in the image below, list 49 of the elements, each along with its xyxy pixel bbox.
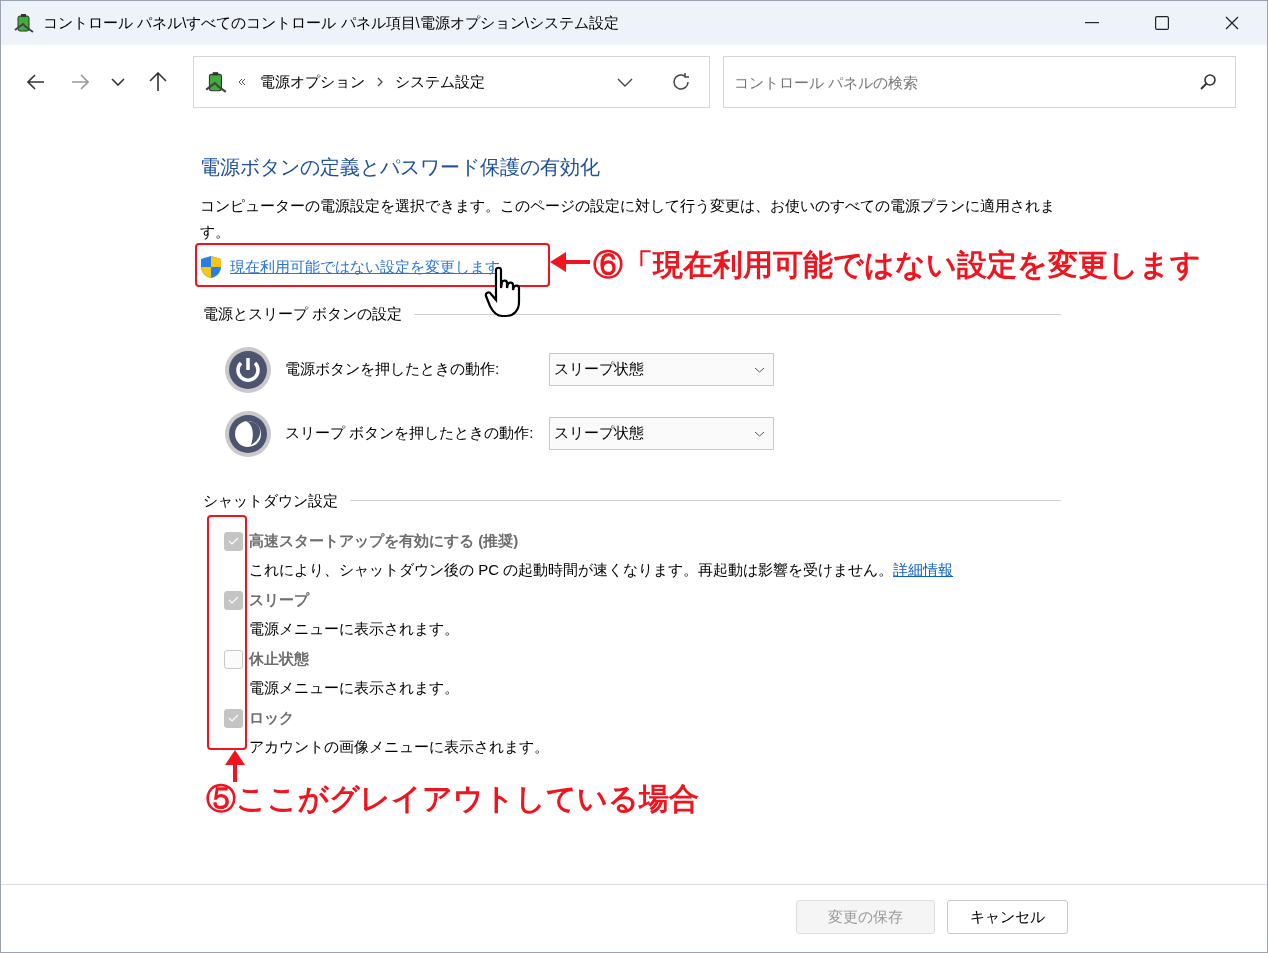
checkbox-label: スリープ	[249, 590, 309, 610]
action-dropdown[interactable]: スリープ状態	[549, 417, 774, 450]
section-title: シャットダウン設定	[203, 490, 338, 511]
checkbox-label: 休止状態	[249, 649, 309, 669]
maximize-icon	[1155, 16, 1169, 30]
address-bar[interactable]: 電源オプション システム設定	[193, 56, 710, 108]
setting-label: 電源ボタンを押したときの動作:	[285, 359, 501, 380]
change-settings-link[interactable]: 現在利用可能ではない設定を変更します	[230, 255, 500, 279]
option-description: これにより、シャットダウン後の PC の起動時間が速くなります。再起動は影響を受けません。	[249, 559, 894, 580]
window-title: コントロール パネル\すべてのコントロール パネル項目\電源オプション\システム設定	[43, 12, 619, 33]
check-icon	[228, 596, 239, 605]
battery-plug-icon	[204, 70, 228, 94]
annotation-text: ⑤ここがグレイアウトしている場合	[206, 781, 699, 817]
checkbox-label: 高速スタートアップを有効にする (推奨)	[249, 531, 519, 551]
arrow-icon	[224, 750, 246, 782]
chevron-down-icon	[754, 366, 765, 373]
option-description: 電源メニューに表示されます。	[249, 677, 459, 698]
option-description: アカウントの画像メニューに表示されます。	[249, 736, 549, 757]
refresh-icon[interactable]	[671, 72, 691, 92]
action-dropdown[interactable]: スリープ状態	[549, 353, 774, 386]
search-field[interactable]: コントロール パネルの検索	[723, 56, 1236, 108]
description-text: コンピューターの電源設定を選択できます。このページの設定に対して行う変更は、お使いのすべての電源プランに適用されます。	[200, 196, 1056, 242]
close-icon	[1225, 16, 1239, 30]
chevron-right-icon	[377, 77, 383, 87]
option-description: 電源メニューに表示されます。	[249, 618, 459, 639]
double-chevron-icon	[238, 78, 246, 86]
check-icon	[228, 537, 239, 546]
page-heading: 電源ボタンの定義とパスワード保護の有効化	[200, 155, 601, 180]
cancel-button[interactable]: キャンセル	[947, 900, 1068, 934]
setting-label: スリープ ボタンを押したときの動作:	[285, 423, 535, 444]
checkbox-label: ロック	[249, 708, 294, 728]
back-arrow-icon	[27, 74, 45, 90]
power-icon	[224, 345, 272, 394]
search-icon	[1200, 74, 1216, 90]
forward-arrow-icon	[71, 74, 89, 90]
breadcrumb-item[interactable]: システム設定	[395, 70, 485, 94]
chevron-down-icon	[111, 78, 125, 86]
breadcrumb-item[interactable]: 電源オプション	[260, 70, 365, 94]
battery-plug-icon	[13, 12, 35, 34]
chevron-down-icon[interactable]	[617, 77, 633, 87]
check-icon	[228, 714, 239, 723]
up-arrow-icon	[149, 72, 167, 92]
arrow-icon	[550, 251, 590, 273]
shield-icon	[200, 255, 222, 279]
moon-icon	[224, 409, 272, 458]
section-title: 電源とスリープ ボタンの設定	[203, 304, 403, 324]
annotation-text: ⑥「現在利用可能ではない設定を変更します	[593, 247, 1201, 283]
chevron-down-icon	[754, 430, 765, 437]
minimize-icon	[1085, 22, 1099, 24]
